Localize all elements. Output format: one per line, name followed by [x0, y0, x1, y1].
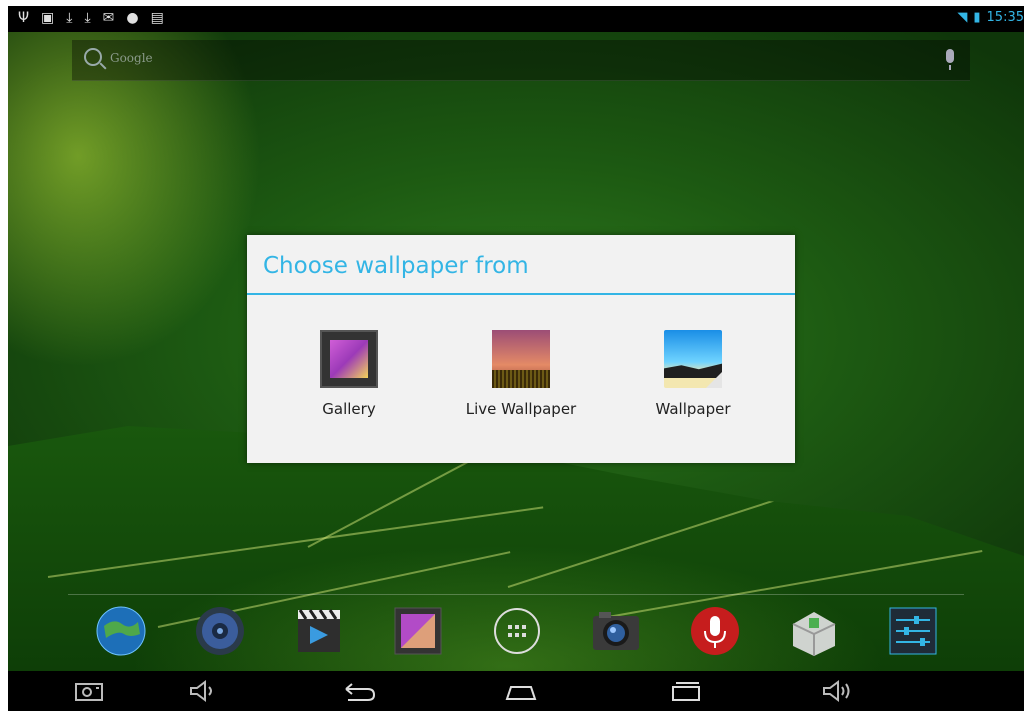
mail-icon: ✉: [102, 10, 115, 26]
home-screen: Ψ ▣ ⤓ ⤓ ✉ ● ▤ ◥ ▮ 15:35 Google Choose wa…: [8, 6, 1024, 711]
wifi-icon: ◥: [957, 10, 968, 25]
gallery-icon[interactable]: [391, 604, 445, 658]
dialog-divider: [247, 293, 795, 295]
video-player-icon[interactable]: [292, 604, 346, 658]
recent-apps-icon[interactable]: [665, 679, 705, 703]
google-search-bar[interactable]: Google: [72, 40, 970, 81]
search-placeholder: Google: [110, 51, 153, 65]
option-gallery[interactable]: Gallery: [269, 330, 429, 418]
calendar-icon: ▤: [150, 10, 164, 26]
music-icon[interactable]: [193, 604, 247, 658]
all-apps-icon[interactable]: [490, 604, 544, 658]
game-controller-icon: ●: [126, 10, 139, 26]
usb-icon: Ψ: [18, 10, 30, 26]
app-installer-icon[interactable]: [787, 604, 841, 658]
choose-wallpaper-dialog: Choose wallpaper from Gallery Live Wallp…: [247, 235, 795, 463]
camera-icon[interactable]: [589, 604, 643, 658]
volume-up-icon[interactable]: [820, 679, 860, 703]
back-icon[interactable]: [338, 679, 378, 703]
dock: [78, 604, 958, 660]
navigation-bar: [8, 671, 1024, 711]
battery-icon: ▮: [973, 10, 981, 25]
option-label: Gallery: [322, 400, 376, 418]
browser-icon[interactable]: [94, 604, 148, 658]
status-bar: Ψ ▣ ⤓ ⤓ ✉ ● ▤ ◥ ▮ 15:35: [8, 6, 1024, 32]
live-wallpaper-icon: [492, 330, 550, 388]
option-label: Wallpaper: [655, 400, 731, 418]
gallery-icon: [320, 330, 378, 388]
search-icon[interactable]: [84, 48, 102, 66]
wallpaper-icon: [664, 330, 722, 388]
settings-icon[interactable]: [886, 604, 940, 658]
dialog-title: Choose wallpaper from: [263, 253, 529, 279]
volume-down-icon[interactable]: [183, 679, 223, 703]
microphone-icon[interactable]: [946, 49, 954, 70]
home-icon[interactable]: [501, 679, 541, 703]
option-live-wallpaper[interactable]: Live Wallpaper: [441, 330, 601, 418]
clock: 15:35: [986, 10, 1024, 25]
option-label: Live Wallpaper: [465, 400, 577, 418]
option-wallpaper[interactable]: Wallpaper: [613, 330, 773, 418]
image-notification-icon: ▣: [41, 10, 55, 26]
voice-recorder-icon[interactable]: [688, 604, 742, 658]
download-icon: ⤓: [66, 10, 73, 26]
download-icon: ⤓: [84, 10, 91, 26]
screenshot-icon[interactable]: [70, 679, 110, 703]
dock-divider: [68, 594, 964, 595]
